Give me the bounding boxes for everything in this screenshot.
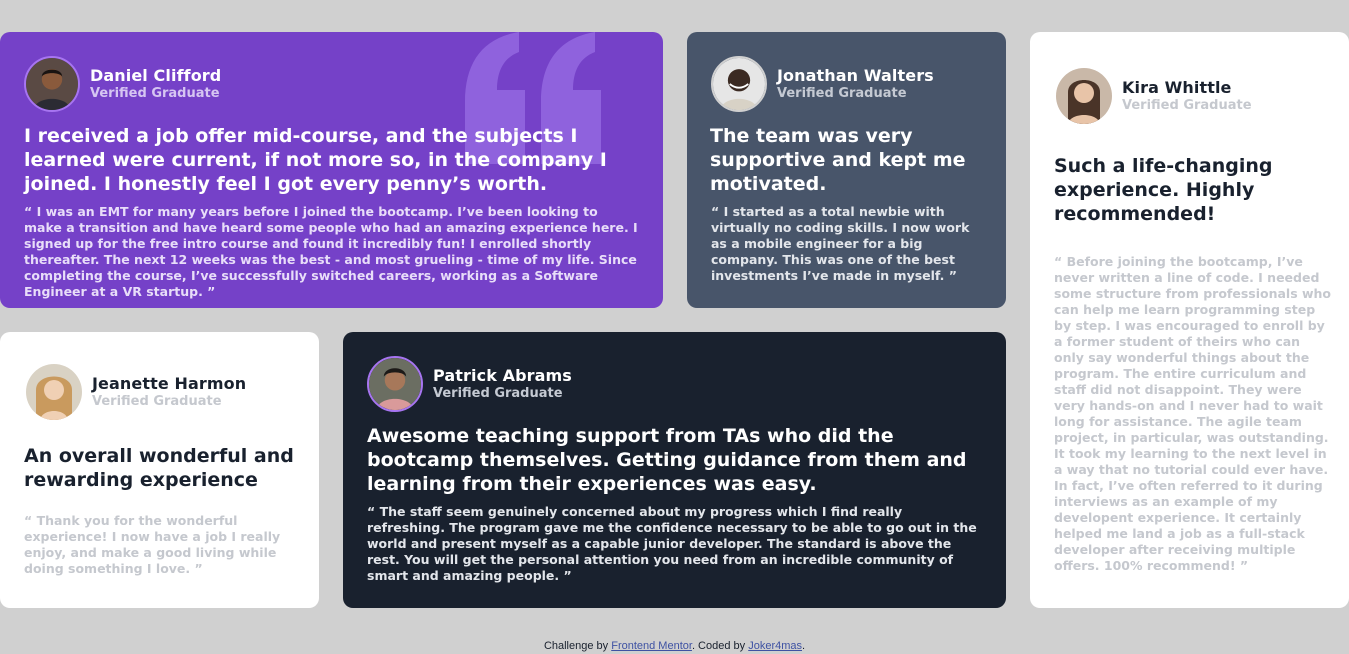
testimonial-quote: “ Thank you for the wonderful experience… xyxy=(24,513,281,576)
testimonial-title: An overall wonderful and rewarding exper… xyxy=(24,445,294,491)
testimonial-quote: “ I was an EMT for many years before I j… xyxy=(24,204,638,299)
testimonial-card-jonathan: Jonathan Walters Verified Graduate The t… xyxy=(687,32,1006,308)
testimonial-card-patrick: Patrick Abrams Verified Graduate Awesome… xyxy=(343,332,1006,608)
author-header: Jonathan Walters Verified Graduate xyxy=(711,56,934,112)
attribution-prefix: Challenge by xyxy=(543,640,612,652)
avatar xyxy=(367,356,423,412)
author-name: Jeanette Harmon xyxy=(92,374,247,393)
author-role: Verified Graduate xyxy=(92,394,222,409)
attribution-suffix: . xyxy=(802,640,806,652)
testimonial-card-daniel: Daniel Clifford Verified Graduate I rece… xyxy=(0,32,663,308)
testimonial-quote: “ The staff seem genuinely concerned abo… xyxy=(367,504,977,583)
testimonial-quote: “ Before joining the bootcamp, I’ve neve… xyxy=(1054,254,1332,573)
author-name: Kira Whittle xyxy=(1122,78,1232,97)
author-header: Jeanette Harmon Verified Graduate xyxy=(26,364,246,420)
testimonial-title: The team was very supportive and kept me… xyxy=(710,125,966,195)
author-link[interactable]: Joker4mas xyxy=(748,640,802,652)
testimonial-card-kira: Kira Whittle Verified Graduate Such a li… xyxy=(1030,32,1349,608)
author-header: Patrick Abrams Verified Graduate xyxy=(367,356,572,412)
author-role: Verified Graduate xyxy=(1122,98,1252,113)
avatar xyxy=(711,56,767,112)
attribution-middle: . Coded by xyxy=(691,640,749,652)
author-role: Verified Graduate xyxy=(433,386,563,401)
avatar xyxy=(1056,68,1112,124)
testimonial-quote: “ I started as a total newbie with virtu… xyxy=(711,204,970,283)
author-role: Verified Graduate xyxy=(90,86,220,101)
testimonial-title: Such a life-changing experience. Highly … xyxy=(1054,155,1273,225)
testimonial-card-jeanette: Jeanette Harmon Verified Graduate An ove… xyxy=(0,332,319,608)
author-role: Verified Graduate xyxy=(777,86,907,101)
avatar xyxy=(24,56,80,112)
attribution: Challenge by Frontend Mentor. Coded by J… xyxy=(0,640,1349,652)
author-header: Kira Whittle Verified Graduate xyxy=(1056,68,1252,124)
testimonial-title: I received a job offer mid-course, and t… xyxy=(24,125,607,195)
author-header: Daniel Clifford Verified Graduate xyxy=(24,56,221,112)
frontend-mentor-link[interactable]: Frontend Mentor xyxy=(611,640,692,652)
avatar xyxy=(26,364,82,420)
testimonial-title: Awesome teaching support from TAs who di… xyxy=(367,425,967,495)
author-name: Daniel Clifford xyxy=(90,66,222,85)
author-name: Jonathan Walters xyxy=(777,66,934,85)
author-name: Patrick Abrams xyxy=(433,366,572,385)
